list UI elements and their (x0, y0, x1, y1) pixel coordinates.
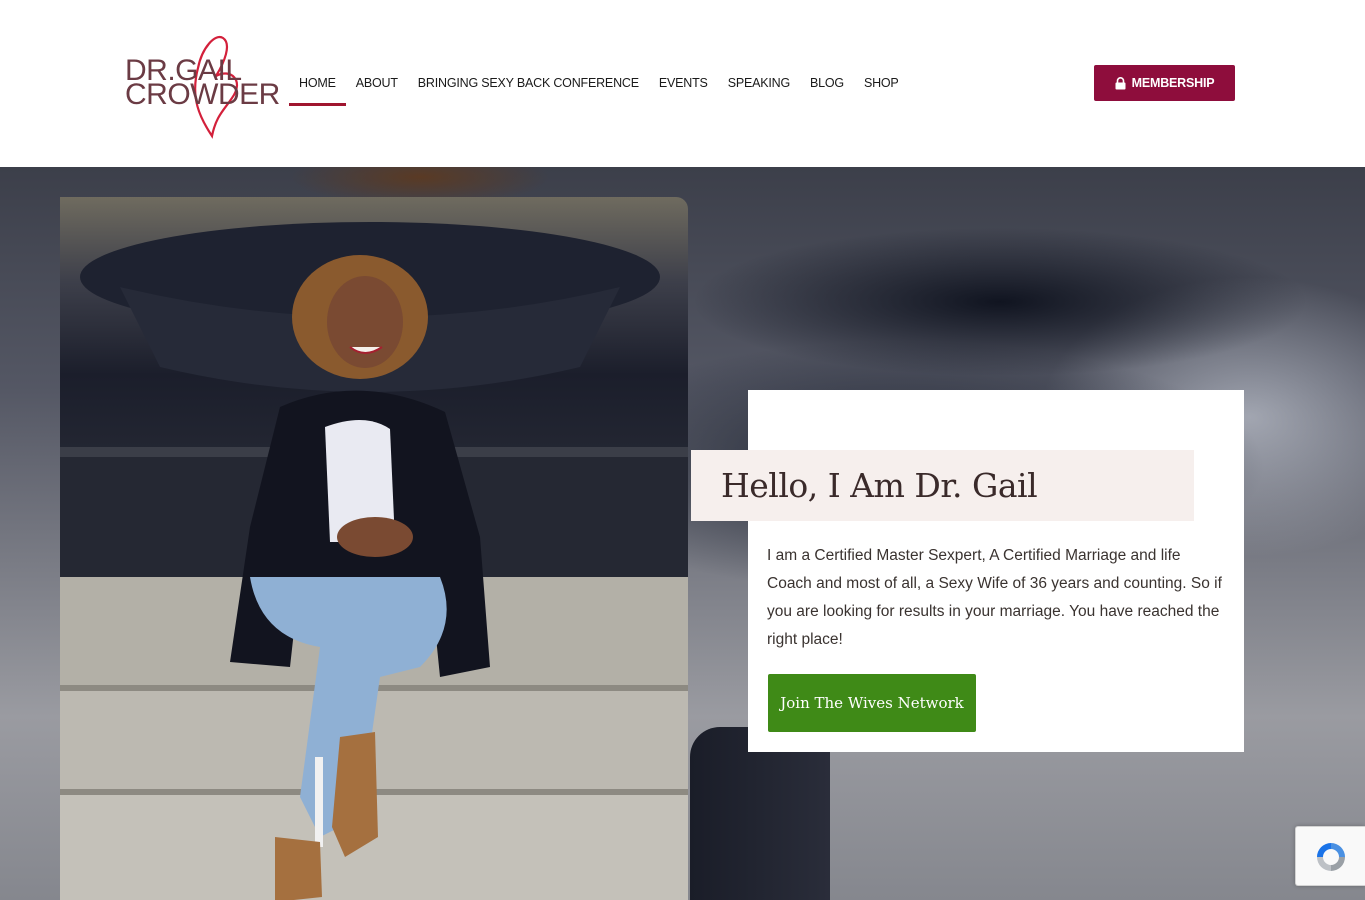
site-header: DR.GAIL CROWDER HOME ABOUT BRINGING SEXY… (0, 0, 1365, 167)
intro-heading: Hello, I Am Dr. Gail (721, 466, 1038, 505)
hero-section: Hello, I Am Dr. Gail I am a Certified Ma… (0, 167, 1365, 900)
membership-label: MEMBERSHIP (1131, 76, 1215, 90)
portrait-illustration (60, 222, 688, 900)
membership-button[interactable]: MEMBERSHIP (1094, 65, 1235, 101)
logo-text-line2: CROWDER (125, 78, 280, 111)
recaptcha-icon (1317, 843, 1345, 871)
nav-item-events[interactable]: EVENTS (649, 60, 718, 106)
intro-body: I am a Certified Master Sexpert, A Certi… (767, 547, 1222, 648)
main-nav: HOME ABOUT BRINGING SEXY BACK CONFERENCE… (289, 60, 909, 106)
join-wives-network-button[interactable]: Join The Wives Network (768, 674, 976, 732)
nav-item-speaking[interactable]: SPEAKING (718, 60, 800, 106)
portrait-photo (60, 197, 688, 900)
nav-item-home[interactable]: HOME (289, 60, 346, 106)
hero-background-shadow (690, 727, 830, 900)
intro-title-band: Hello, I Am Dr. Gail (691, 450, 1194, 521)
nav-item-blog[interactable]: BLOG (800, 60, 854, 106)
recaptcha-badge[interactable] (1295, 826, 1365, 886)
hero-background-fountain (690, 227, 1310, 377)
nav-item-about[interactable]: ABOUT (346, 60, 408, 106)
nav-item-conference[interactable]: BRINGING SEXY BACK CONFERENCE (408, 60, 649, 106)
site-logo[interactable]: DR.GAIL CROWDER (120, 28, 280, 140)
lock-icon (1115, 76, 1126, 89)
nav-item-shop[interactable]: SHOP (854, 60, 909, 106)
